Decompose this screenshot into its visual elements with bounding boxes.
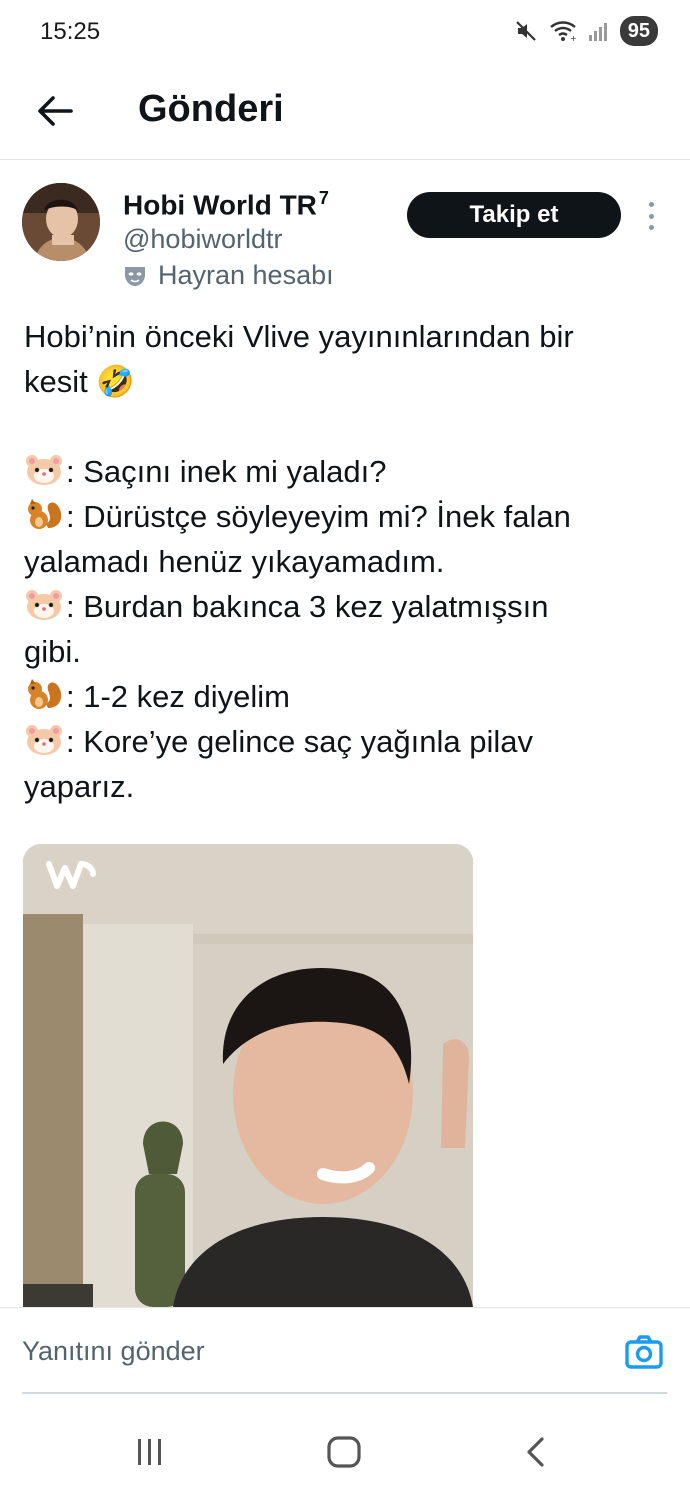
dialogue-text: : Dürüstçe söyleyeyim mi? İnek falan — [66, 499, 571, 534]
dialogue-line: : Kore’ye gelince saç yağınla pilav — [24, 719, 674, 764]
mask-icon — [125, 266, 145, 286]
weverse-logo-icon — [45, 858, 97, 895]
squirrel-icon — [24, 499, 66, 534]
dialogue-text: : Saçını inek mi yaladı? — [66, 454, 387, 489]
dialogue-line: : Dürüstçe söyleyeyim mi? İnek falan — [24, 494, 674, 539]
hamster-icon — [24, 589, 66, 624]
dialogue-text: : Burdan bakınca 3 kez yalatmışsın — [66, 589, 549, 624]
dialogue-text: : 1-2 kez diyelim — [66, 679, 290, 714]
signal-icon — [588, 19, 610, 43]
author-name[interactable]: Hobi World TR 7 — [123, 188, 329, 221]
post-text-line: Hobi’nin önceki Vlive yayınınlarından bi… — [24, 319, 574, 354]
back-button[interactable] — [30, 86, 80, 136]
battery-icon: 95 — [619, 16, 658, 46]
dialogue-line: yalamadı henüz yıkayamadım. — [24, 539, 674, 584]
dialogue-line: gibi. — [24, 629, 674, 674]
post-video[interactable] — [23, 844, 473, 1307]
video-frame — [23, 844, 473, 1307]
hamster-icon — [24, 724, 66, 759]
page-title: Gönderi — [138, 88, 284, 130]
dialogue-line: : Burdan bakınca 3 kez yalatmışsın — [24, 584, 674, 629]
wifi-icon: + — [548, 19, 578, 43]
app-bar: Gönderi — [0, 64, 690, 160]
author-handle[interactable]: @hobiworldtr — [123, 224, 282, 255]
post-text-line: kesit 🤣 — [24, 364, 135, 399]
dialogue-text: yalamadı henüz yıkayamadım. — [24, 544, 445, 579]
squirrel-icon — [24, 679, 66, 714]
dialogue-block: : Saçını inek mi yaladı? : Dürüstçe söyle… — [24, 449, 674, 809]
back-arrow-icon — [38, 96, 73, 126]
post-text: Hobi’nin önceki Vlive yayınınlarından bi… — [24, 314, 674, 809]
hamster-icon — [24, 454, 66, 489]
camera-icon[interactable] — [624, 1332, 664, 1372]
status-bar: 15:25 + 95 — [0, 0, 690, 64]
dialogue-line: : Saçını inek mi yaladı? — [24, 449, 674, 494]
fan-account-badge: Hayran hesabı — [122, 260, 334, 291]
reply-composer — [0, 1307, 690, 1394]
dialogue-line: yaparız. — [24, 764, 674, 809]
dialogue-text: : Kore’ye gelince saç yağınla pilav — [66, 724, 533, 759]
dialogue-text: yaparız. — [24, 769, 135, 804]
follow-button[interactable]: Takip et — [407, 192, 621, 238]
home-icon[interactable] — [314, 1429, 374, 1475]
recent-apps-icon[interactable] — [120, 1429, 180, 1475]
dialogue-text: gibi. — [24, 634, 81, 669]
post-header: Hobi World TR 7 @hobiworldtr Hayran hesab… — [0, 180, 690, 300]
avatar[interactable] — [22, 183, 100, 261]
status-icons: + 95 — [514, 16, 658, 46]
svg-text:+: + — [570, 34, 577, 43]
author-name-text: Hobi World TR — [123, 189, 317, 221]
author-name-suffix: 7 — [318, 188, 329, 208]
status-time: 15:25 — [40, 18, 101, 45]
more-options-icon[interactable] — [638, 198, 664, 234]
back-icon[interactable] — [506, 1429, 566, 1475]
reply-input[interactable] — [22, 1308, 602, 1394]
reply-underline — [22, 1392, 667, 1394]
mute-icon — [514, 19, 538, 43]
dialogue-line: : 1-2 kez diyelim — [24, 674, 674, 719]
system-nav-bar — [0, 1405, 690, 1495]
fan-account-label: Hayran hesabı — [158, 260, 334, 290]
